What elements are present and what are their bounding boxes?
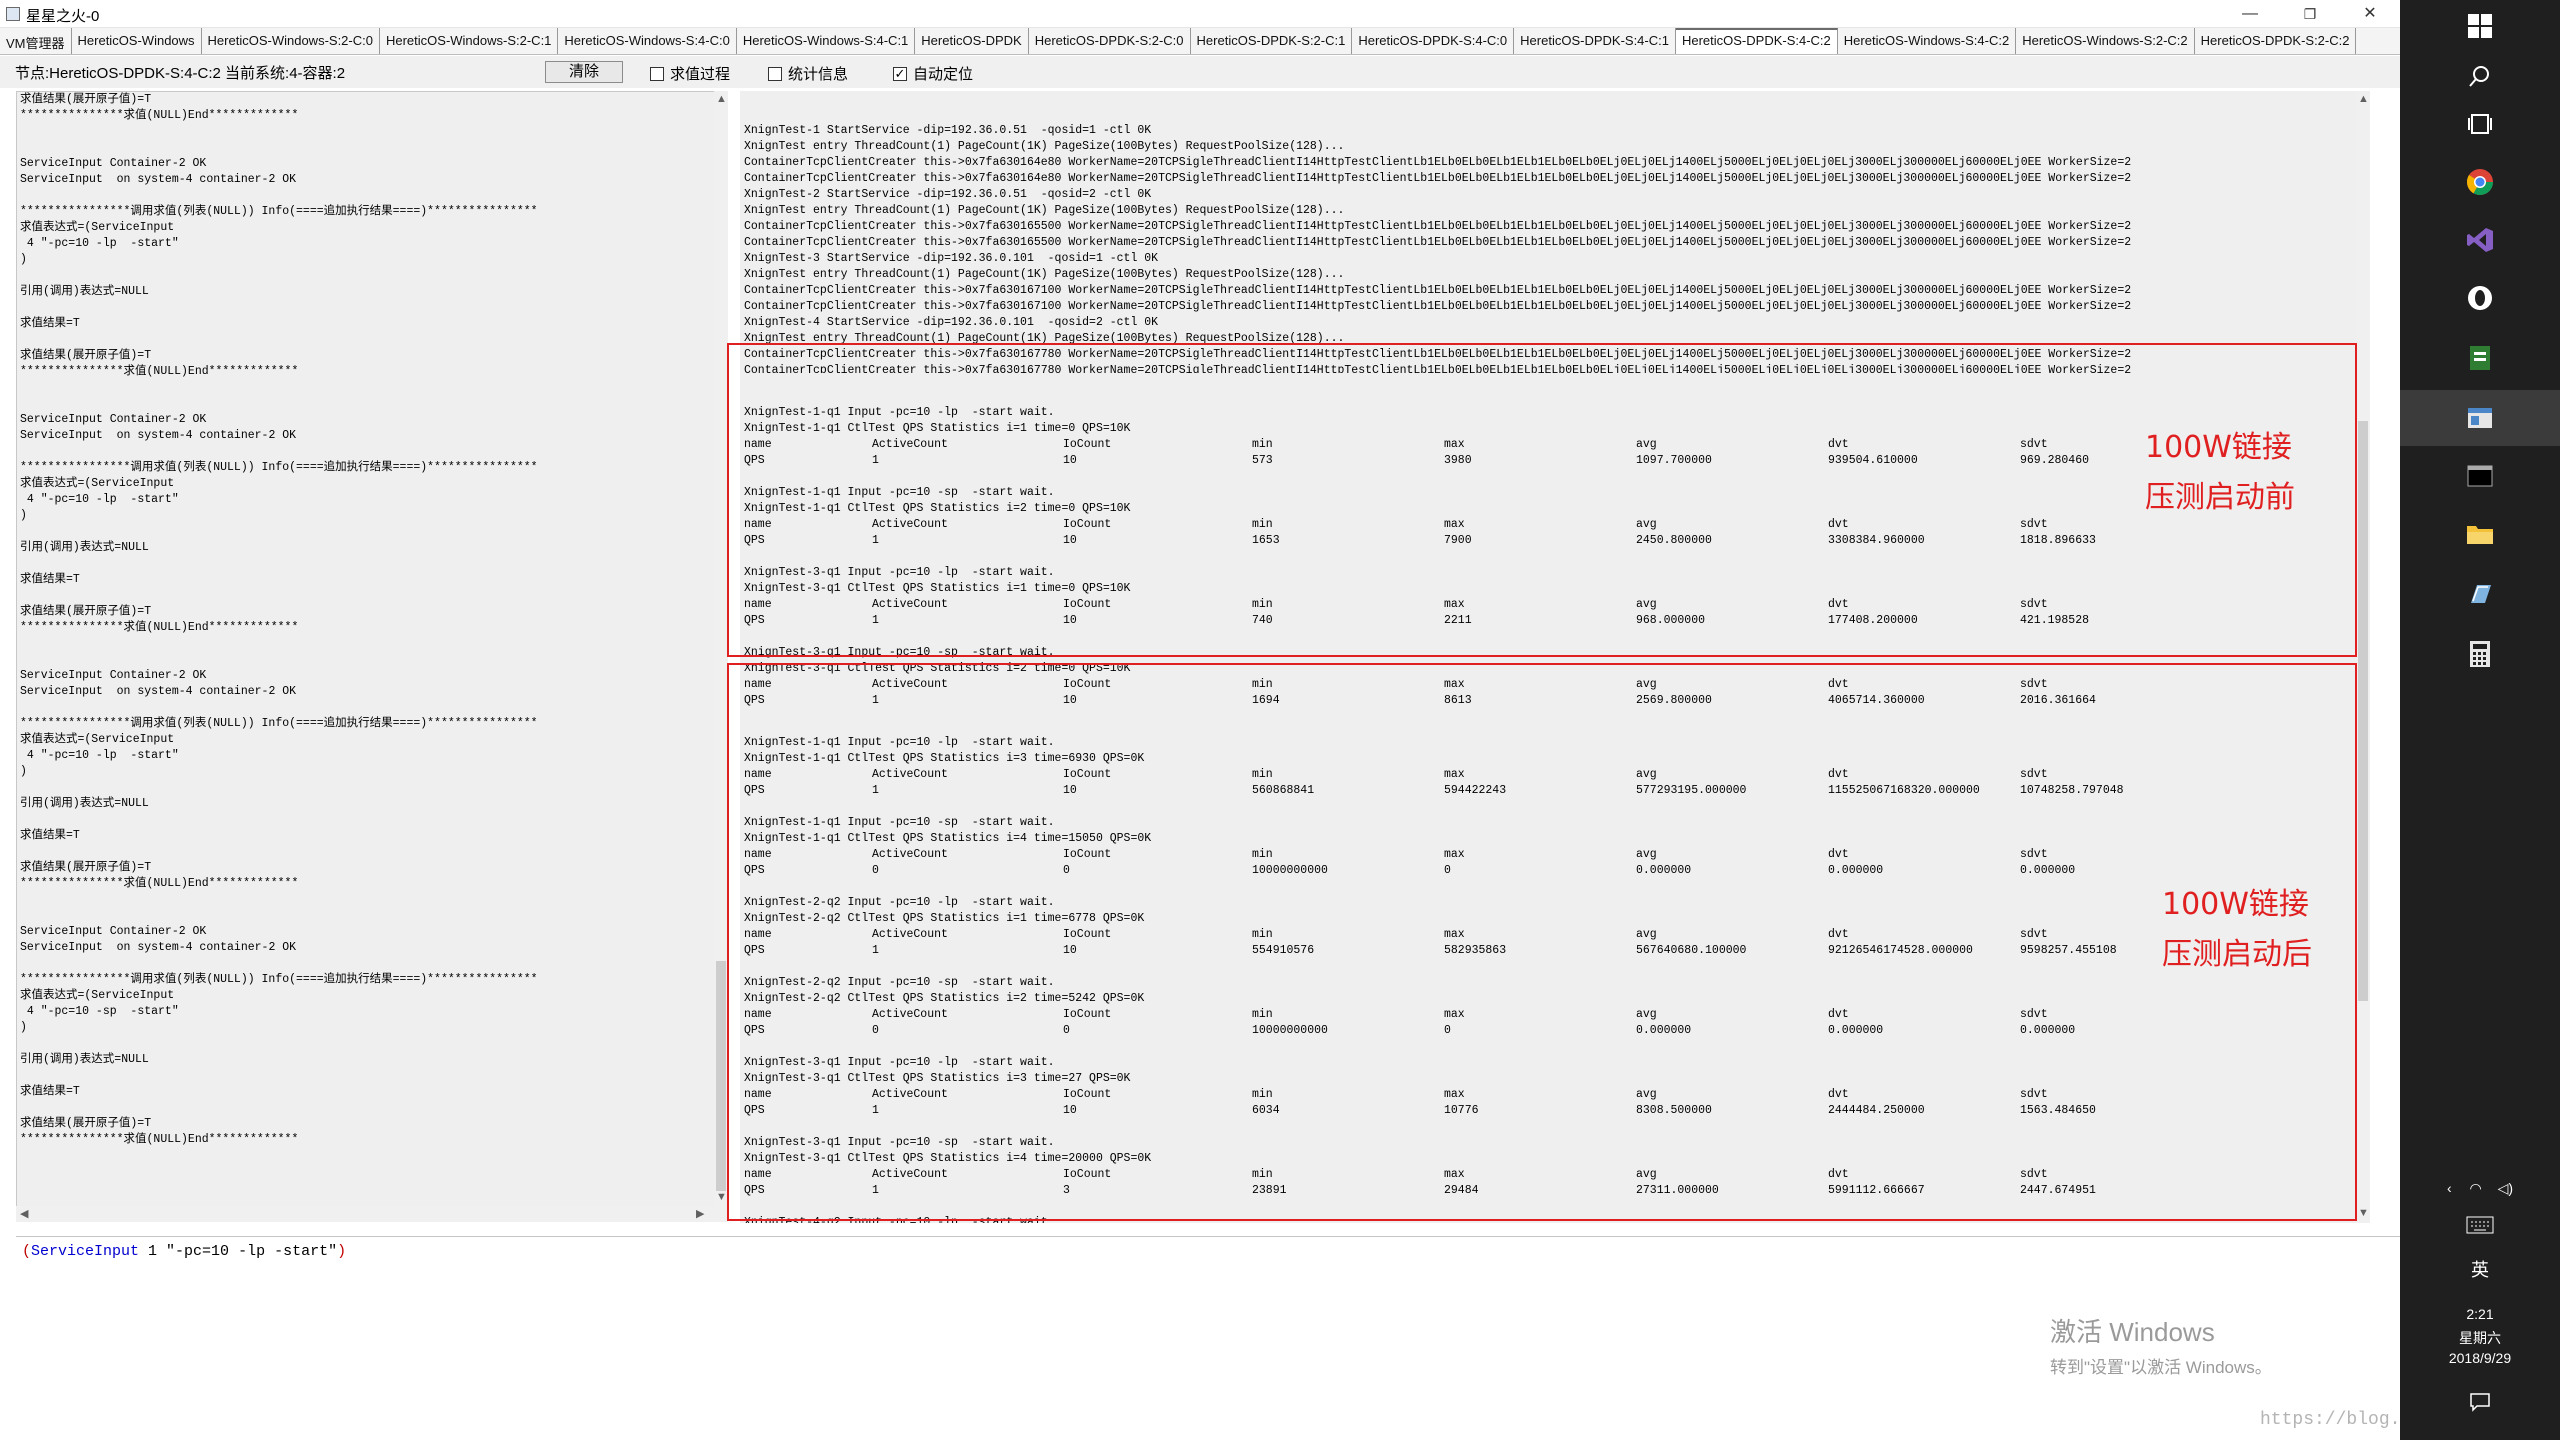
task-view-icon[interactable] bbox=[2462, 106, 2498, 142]
eval-process-checkbox[interactable]: 求值过程 bbox=[650, 63, 730, 84]
taskbar: ‹ ◠ ◁) 英 2:21 星期六 2018/9/29 bbox=[2400, 0, 2560, 1440]
title-bar: 星星之火-0 — ❐ ✕ bbox=[0, 0, 2400, 28]
node-status: 节点:HereticOS-DPDK-S:4-C:2 当前系统:4-容器:2 bbox=[15, 65, 346, 82]
tab-hereticos-windows-s-2-c-2[interactable]: HereticOS-Windows-S:2-C:2 bbox=[2016, 28, 2195, 54]
command-open-paren: ( bbox=[22, 1243, 32, 1260]
right-vertical-scrollbar[interactable]: ▲ ▼ bbox=[2356, 91, 2370, 1223]
left-vertical-scrollbar[interactable]: ▲ ▼ bbox=[714, 91, 728, 1213]
watermark-line: 转到"设置"以激活 Windows。 bbox=[2050, 1358, 2272, 1377]
annotation-line: 压测启动后 bbox=[2162, 937, 2312, 972]
visual-studio-icon[interactable] bbox=[2462, 222, 2498, 258]
tab-hereticos-dpdk-s-4-c-1[interactable]: HereticOS-DPDK-S:4-C:1 bbox=[1514, 28, 1676, 54]
calculator-icon[interactable] bbox=[2462, 636, 2498, 672]
auto-locate-checkbox[interactable]: ✓ 自动定位 bbox=[893, 63, 973, 84]
clock-time[interactable]: 2:21 bbox=[2400, 1306, 2560, 1322]
tab-hereticos-dpdk-s-2-c-0[interactable]: HereticOS-DPDK-S:2-C:0 bbox=[1029, 28, 1191, 54]
annotation-line: 100W链接 bbox=[2145, 430, 2292, 465]
keyboard-icon[interactable] bbox=[2400, 1216, 2560, 1237]
window-title: 星星之火-0 bbox=[26, 8, 100, 25]
minimize-button[interactable]: — bbox=[2220, 0, 2280, 28]
scroll-thumb[interactable] bbox=[2358, 421, 2368, 1001]
activation-watermark: 激活 Windows 转到"设置"以激活 Windows。 bbox=[2050, 1312, 2272, 1378]
toolbar: 节点:HereticOS-DPDK-S:4-C:2 当前系统:4-容器:2 清除… bbox=[0, 56, 2400, 88]
search-icon[interactable] bbox=[2462, 58, 2498, 94]
ime-indicator[interactable]: 英 bbox=[2400, 1256, 2560, 1282]
app-icon bbox=[6, 7, 20, 21]
terminal-icon[interactable] bbox=[2462, 458, 2498, 494]
tool-icon[interactable] bbox=[2462, 576, 2498, 612]
app-window-icon[interactable] bbox=[2462, 400, 2498, 436]
stats-label: 统计信息 bbox=[788, 66, 849, 83]
command-close-paren: ) bbox=[337, 1243, 347, 1260]
chevron-left-icon[interactable]: ‹ bbox=[2447, 1180, 2452, 1196]
browser-o-icon[interactable] bbox=[2462, 280, 2498, 316]
chrome-icon[interactable] bbox=[2462, 164, 2498, 200]
command-keyword: ServiceInput bbox=[31, 1243, 140, 1260]
auto-locate-label: 自动定位 bbox=[913, 66, 974, 83]
eval-process-label: 求值过程 bbox=[670, 66, 731, 83]
tab-hereticos-dpdk-s-2-c-2[interactable]: HereticOS-DPDK-S:2-C:2 bbox=[2195, 28, 2357, 54]
network-icon[interactable]: ◠ bbox=[2470, 1180, 2482, 1196]
tab-strip: VM管理器 HereticOS-Windows HereticOS-Windows-… bbox=[0, 28, 2400, 55]
tab-hereticos-dpdk-s-4-c-0[interactable]: HereticOS-DPDK-S:4-C:0 bbox=[1352, 28, 1515, 54]
after-stress-test-label: 100W链接 压测启动后 bbox=[2162, 880, 2312, 980]
scroll-thumb[interactable] bbox=[716, 961, 726, 1191]
stats-checkbox[interactable]: 统计信息 bbox=[768, 63, 848, 84]
tab-hereticos-dpdk[interactable]: HereticOS-DPDK bbox=[915, 28, 1029, 54]
tab-hereticos-windows[interactable]: HereticOS-Windows bbox=[72, 28, 202, 54]
annotation-line: 压测启动前 bbox=[2145, 480, 2295, 515]
tab-vm[interactable]: VM管理器 bbox=[0, 28, 72, 54]
command-input-area[interactable]: (ServiceInput 1 "-pc=10 -lp -start") bbox=[16, 1236, 2400, 1426]
system-tray-icons[interactable]: ‹ ◠ ◁) bbox=[2400, 1180, 2560, 1197]
scroll-down-arrow-icon[interactable]: ▼ bbox=[2358, 1207, 2369, 1219]
clock-weekday[interactable]: 星期六 bbox=[2400, 1328, 2560, 1348]
file-explorer-icon[interactable] bbox=[2462, 516, 2498, 552]
command-args: 1 "-pc=10 -lp -start" bbox=[139, 1243, 338, 1260]
tab-hereticos-dpdk-s-4-c-2[interactable]: HereticOS-DPDK-S:4-C:2 bbox=[1675, 28, 1838, 54]
tab-hereticos-windows-s-2-c-0[interactable]: HereticOS-Windows-S:2-C:0 bbox=[202, 28, 380, 54]
after-stress-test-box bbox=[727, 663, 2357, 1221]
clear-button[interactable]: 清除 bbox=[545, 61, 623, 83]
tab-hereticos-windows-s-4-c-2[interactable]: HereticOS-Windows-S:4-C:2 bbox=[1838, 28, 2017, 54]
tab-hereticos-windows-s-2-c-1[interactable]: HereticOS-Windows-S:2-C:1 bbox=[380, 28, 559, 54]
clock-date[interactable]: 2018/9/29 bbox=[2400, 1350, 2560, 1366]
volume-icon[interactable]: ◁) bbox=[2498, 1180, 2513, 1196]
watermark-line: 激活 Windows bbox=[2050, 1317, 2215, 1347]
tab-hereticos-dpdk-s-2-c-1[interactable]: HereticOS-DPDK-S:2-C:1 bbox=[1191, 28, 1353, 54]
scroll-right-arrow-icon[interactable]: ▶ bbox=[696, 1207, 704, 1220]
checkbox-box[interactable] bbox=[768, 66, 782, 81]
service-start-log: XnignTest-1 StartService -dip=192.36.0.5… bbox=[744, 124, 2132, 373]
checkbox-checked-box[interactable]: ✓ bbox=[893, 66, 907, 81]
notification-icon[interactable] bbox=[2400, 1392, 2560, 1415]
scroll-down-arrow-icon[interactable]: ▼ bbox=[716, 1191, 727, 1203]
tab-hereticos-windows-s-4-c-0[interactable]: HereticOS-Windows-S:4-C:0 bbox=[558, 28, 737, 54]
annotation-line: 100W链接 bbox=[2162, 887, 2309, 922]
scroll-left-arrow-icon[interactable]: ◀ bbox=[20, 1207, 28, 1220]
tab-hereticos-windows-s-4-c-1[interactable]: HereticOS-Windows-S:4-C:1 bbox=[737, 28, 916, 54]
scroll-up-arrow-icon[interactable]: ▲ bbox=[2358, 93, 2369, 105]
spreadsheet-icon[interactable] bbox=[2462, 340, 2498, 376]
before-stress-test-label: 100W链接 压测启动前 bbox=[2145, 423, 2295, 523]
evaluation-log-panel[interactable]: 求值结果(展开原子值)=T ***************求值(NULL)End… bbox=[16, 91, 718, 1213]
windows-start-icon[interactable] bbox=[2462, 8, 2498, 44]
evaluation-log-text: 求值结果(展开原子值)=T ***************求值(NULL)End… bbox=[20, 93, 538, 1146]
before-stress-test-box bbox=[727, 343, 2357, 657]
command-text[interactable]: (ServiceInput 1 "-pc=10 -lp -start") bbox=[22, 1243, 346, 1260]
restore-button[interactable]: ❐ bbox=[2280, 0, 2340, 28]
left-horizontal-scrollbar[interactable]: ◀ ▶ bbox=[16, 1206, 728, 1222]
checkbox-box[interactable] bbox=[650, 66, 664, 81]
scroll-up-arrow-icon[interactable]: ▲ bbox=[716, 93, 727, 105]
close-button[interactable]: ✕ bbox=[2340, 0, 2400, 28]
